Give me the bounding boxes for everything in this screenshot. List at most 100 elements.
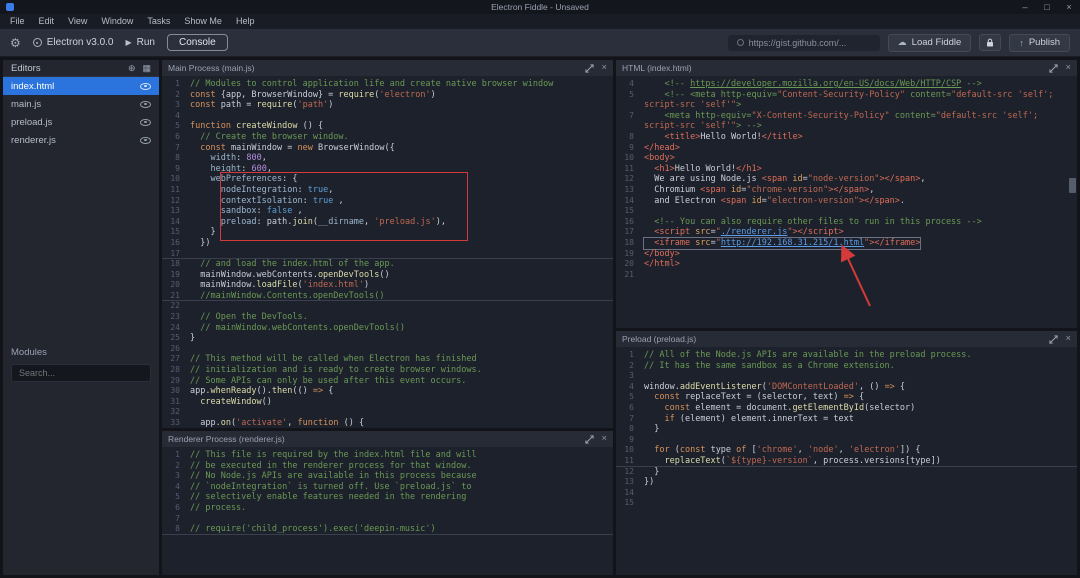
code-line[interactable]: 5// selectively enable features needed i… <box>162 492 613 503</box>
eye-visibility-icon[interactable] <box>140 118 151 126</box>
close-pane-icon[interactable]: × <box>601 63 607 73</box>
code-line[interactable]: 13}) <box>616 477 1077 488</box>
code-line[interactable]: 10 for (const type of ['chrome', 'node',… <box>616 445 1077 456</box>
sidebar-file-index-html[interactable]: index.html <box>3 77 159 95</box>
code-line[interactable]: 25} <box>162 333 613 344</box>
gist-url-field[interactable]: https://gist.github.com/... <box>727 34 880 51</box>
expand-pane-icon[interactable] <box>585 63 595 73</box>
code-editor-html[interactable]: 4 <!-- https://developer.mozilla.org/en-… <box>616 76 1077 328</box>
code-line[interactable]: 33 app.on('activate', function () { <box>162 418 613 428</box>
close-pane-icon[interactable]: × <box>1065 334 1071 344</box>
code-line[interactable]: 28// initialization and is ready to crea… <box>162 365 613 376</box>
close-pane-icon[interactable]: × <box>1065 63 1071 73</box>
code-line[interactable]: 4 <!-- https://developer.mozilla.org/en-… <box>616 79 1077 90</box>
settings-gear-icon[interactable]: ⚙ <box>10 37 21 49</box>
code-line[interactable]: 21 //mainWindow.Contents.openDevTools() <box>162 291 613 302</box>
code-line[interactable]: 32 <box>162 407 613 418</box>
code-line[interactable]: 14 and Electron <span id="electron-versi… <box>616 196 1077 207</box>
menu-tasks[interactable]: Tasks <box>140 14 177 29</box>
code-line[interactable]: 10 <body> <box>616 153 1077 164</box>
menu-view[interactable]: View <box>61 14 94 29</box>
console-button[interactable]: Console <box>167 34 228 51</box>
pane-header[interactable]: Renderer Process (renderer.js) × <box>162 431 613 447</box>
eye-visibility-icon[interactable] <box>140 100 151 108</box>
code-line[interactable]: 6// process. <box>162 503 613 514</box>
code-line[interactable]: 2 const {app, BrowserWindow} = require('e… <box>162 90 613 101</box>
code-line[interactable]: 8 } <box>616 424 1077 435</box>
code-line[interactable]: 14 <box>616 488 1077 499</box>
code-line[interactable]: 17 <box>162 249 613 260</box>
code-line[interactable]: 5 <!-- <meta http-equiv="Content-Securit… <box>616 90 1077 101</box>
privacy-lock-button[interactable] <box>979 34 1002 51</box>
code-line[interactable]: 5 const replaceText = (selector, text) =… <box>616 392 1077 403</box>
code-line[interactable]: 2// be executed in the renderer process … <box>162 461 613 472</box>
code-editor-renderer[interactable]: 1// This file is required by the index.h… <box>162 447 613 575</box>
code-line[interactable]: 3 <box>616 371 1077 382</box>
add-editor-icon[interactable]: ⊕ <box>128 63 136 74</box>
layout-grid-icon[interactable]: ▦ <box>142 63 151 74</box>
code-line[interactable]: 13 Chromium <span id="chrome-version"></… <box>616 185 1077 196</box>
code-line[interactable]: 12 We are using Node.js <span id="node-v… <box>616 174 1077 185</box>
code-line[interactable]: 9 <box>616 435 1077 446</box>
code-line[interactable]: 15 <box>616 206 1077 217</box>
code-line[interactable]: 10 webPreferences: { <box>162 174 613 185</box>
code-line[interactable]: 31 createWindow() <box>162 397 613 408</box>
code-line[interactable]: 30 app.whenReady().then(() => { <box>162 386 613 397</box>
close-pane-icon[interactable]: × <box>601 434 607 444</box>
menu-window[interactable]: Window <box>94 14 140 29</box>
code-line[interactable]: 4 <box>162 111 613 122</box>
eye-visibility-icon[interactable] <box>140 136 151 144</box>
code-line[interactable]: script-src 'self'"> <box>616 100 1077 111</box>
code-line[interactable]: 11 <h1>Hello World!</h1> <box>616 164 1077 175</box>
code-line[interactable]: 7 <box>162 514 613 525</box>
code-line[interactable]: 11 nodeIntegration: true, <box>162 185 613 196</box>
sidebar-file-preload-js[interactable]: preload.js <box>3 113 159 131</box>
modules-search-input[interactable] <box>11 364 151 382</box>
code-line[interactable]: 6 // Create the browser window. <box>162 132 613 143</box>
code-line[interactable]: 20 mainWindow.loadFile('index.html') <box>162 280 613 291</box>
code-line[interactable]: 7 const mainWindow = new BrowserWindow({ <box>162 143 613 154</box>
scrollbar-thumb[interactable] <box>1069 178 1076 193</box>
code-editor-preload[interactable]: 1// All of the Node.js APIs are availabl… <box>616 347 1077 575</box>
maximize-icon[interactable]: □ <box>1036 0 1058 14</box>
electron-version-selector[interactable]: Electron v3.0.0 <box>32 37 113 48</box>
sidebar-file-main-js[interactable]: main.js <box>3 95 159 113</box>
close-icon[interactable]: × <box>1058 0 1080 14</box>
menu-file[interactable]: File <box>3 14 32 29</box>
publish-button[interactable]: ↑ Publish <box>1009 33 1070 52</box>
code-line[interactable]: 22 <box>162 301 613 312</box>
code-line[interactable]: 29// Some APIs can only be used after th… <box>162 376 613 387</box>
sidebar-file-renderer-js[interactable]: renderer.js <box>3 131 159 149</box>
code-line[interactable]: 8// require('child_process').exec('deepi… <box>162 524 613 535</box>
code-line[interactable]: 2// It has the same sandbox as a Chrome … <box>616 361 1077 372</box>
code-line[interactable]: 24 // mainWindow.webContents.openDevTool… <box>162 323 613 334</box>
code-line[interactable]: 13 sandbox: false , <box>162 206 613 217</box>
code-line[interactable]: 1// This file is required by the index.h… <box>162 450 613 461</box>
code-line[interactable]: 11 replaceText(`${type}-version`, proces… <box>616 456 1077 467</box>
code-line[interactable]: script-src 'self'"> --> <box>616 121 1077 132</box>
code-line[interactable]: 7 if (element) element.innerText = text <box>616 414 1077 425</box>
expand-pane-icon[interactable] <box>585 434 595 444</box>
expand-pane-icon[interactable] <box>1049 63 1059 73</box>
code-editor-main[interactable]: 1// Modules to control application life … <box>162 76 613 428</box>
expand-pane-icon[interactable] <box>1049 334 1059 344</box>
code-line[interactable]: 15 <box>616 498 1077 509</box>
code-line[interactable]: 18 <iframe src="http://192.168.31.215/1.… <box>616 236 1077 250</box>
code-line[interactable]: 19 </body> <box>616 249 1077 260</box>
code-line[interactable]: 14 preload: path.join(__dirname, 'preloa… <box>162 217 613 228</box>
menu-edit[interactable]: Edit <box>32 14 62 29</box>
load-fiddle-button[interactable]: ☁ Load Fiddle <box>887 33 972 52</box>
code-line[interactable]: 17 <script src="./renderer.js"></script> <box>616 227 1077 238</box>
code-line[interactable]: 8 <title>Hello World!</title> <box>616 132 1077 143</box>
code-line[interactable]: 9 </head> <box>616 143 1077 154</box>
code-line[interactable]: 18 // and load the index.html of the app… <box>162 259 613 270</box>
code-line[interactable]: 8 width: 800, <box>162 153 613 164</box>
code-line[interactable]: 4// `nodeIntegration` is turned off. Use… <box>162 482 613 493</box>
minimize-icon[interactable]: – <box>1014 0 1036 14</box>
run-button[interactable]: ▶ Run <box>125 37 155 48</box>
eye-visibility-icon[interactable] <box>140 82 151 90</box>
pane-header[interactable]: Main Process (main.js) × <box>162 60 613 76</box>
code-line[interactable]: 15 } <box>162 227 613 238</box>
code-line[interactable]: 1// All of the Node.js APIs are availabl… <box>616 350 1077 361</box>
code-line[interactable]: 27// This method will be called when Ele… <box>162 354 613 365</box>
